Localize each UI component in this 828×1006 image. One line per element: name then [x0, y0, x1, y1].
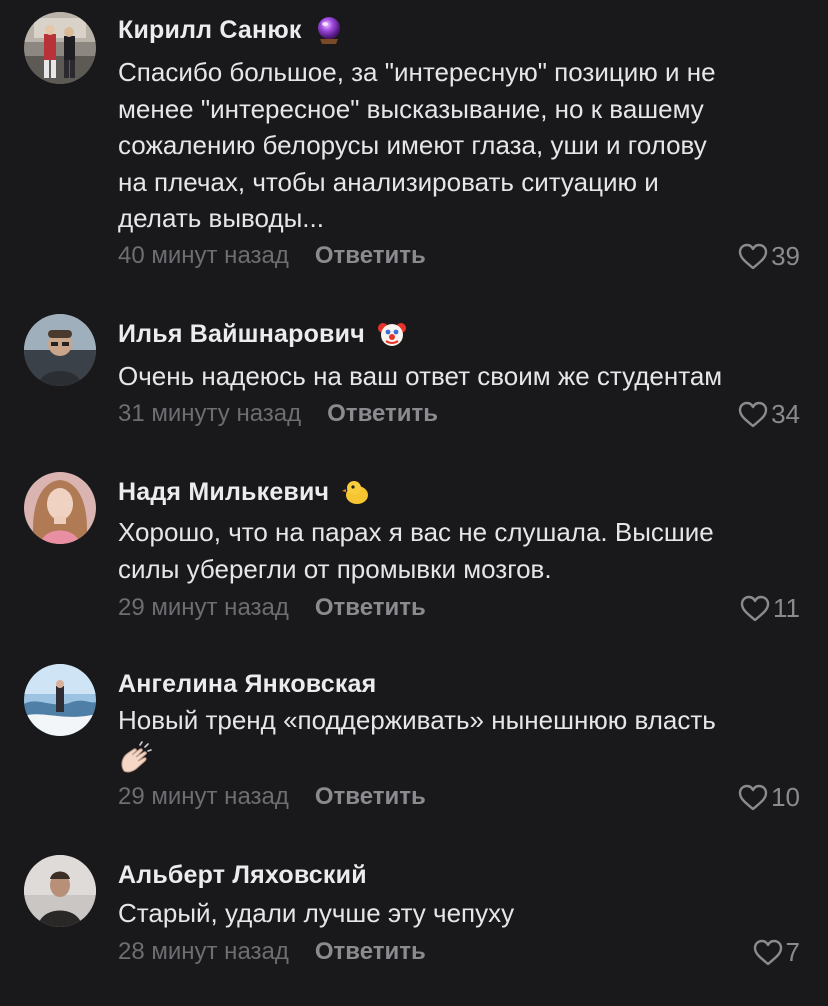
like-button[interactable]: 34	[738, 399, 800, 430]
avatar[interactable]	[24, 664, 96, 736]
like-count: 34	[771, 398, 800, 429]
like-count: 7	[785, 936, 800, 967]
avatar[interactable]	[24, 314, 96, 386]
comment-text-line: Спасибо большое, за "интересную" позицию…	[118, 57, 716, 87]
comment-text-line: Новый тренд «поддерживать» нынешнюю влас…	[118, 705, 716, 735]
clown-face-icon	[377, 319, 407, 349]
comment-timestamp: 29 минут назад	[118, 594, 289, 621]
comment-author-row: Надя Милькевич	[118, 472, 371, 512]
reply-button[interactable]: Ответить	[315, 938, 426, 966]
reply-button[interactable]: Ответить	[327, 400, 438, 428]
comment-meta: 29 минут назад Ответить 11	[118, 591, 800, 625]
like-button[interactable]: 10	[738, 782, 800, 813]
comment-author-row: Ангелина Янковская	[118, 664, 376, 704]
comment-author[interactable]: Альберт Ляховский	[118, 861, 367, 890]
comment-timestamp: 29 минут назад	[118, 783, 289, 810]
reply-button[interactable]: Ответить	[315, 242, 426, 270]
comment-author[interactable]: Илья Вайшнарович	[118, 320, 365, 349]
like-button[interactable]: 39	[738, 241, 800, 272]
comment-meta: 28 минут назад Ответить 7	[118, 935, 800, 969]
comment-meta: 40 минут назад Ответить 39	[118, 239, 800, 273]
comment-text-line: делать выводы...	[118, 203, 324, 233]
heart-icon	[738, 401, 768, 427]
comment-text-line: Старый, удали лучше эту чепуху	[118, 898, 515, 928]
comment-text-line: силы уберегли от промывки мозгов.	[118, 553, 552, 584]
comment-text-line: Хорошо, что на парах я вас не слушала. В…	[118, 517, 714, 547]
comment-text-line: Очень надеюсь на ваш ответ своим же студ…	[118, 361, 723, 391]
avatar[interactable]	[24, 855, 96, 927]
like-count: 11	[773, 592, 800, 623]
like-count: 10	[771, 781, 800, 812]
avatar[interactable]	[24, 472, 96, 544]
clapping-hands-icon	[121, 740, 152, 773]
comment-meta: 31 минуту назад Ответить 34	[118, 397, 800, 431]
comment-text: Старый, удали лучше эту чепуху	[118, 895, 808, 932]
comment-text: Очень надеюсь на ваш ответ своим же студ…	[118, 358, 808, 395]
comment-text-line	[118, 739, 808, 776]
reply-button[interactable]: Ответить	[315, 783, 426, 811]
crystal-ball-icon	[314, 15, 344, 45]
reply-button[interactable]: Ответить	[315, 594, 426, 622]
comment-text-line: сожалению белорусы имеют глаза, уши и го…	[118, 130, 707, 160]
like-count: 39	[771, 240, 800, 271]
heart-icon	[738, 784, 768, 810]
heart-icon	[738, 243, 768, 269]
comment-author-row: Альберт Ляховский	[118, 855, 367, 895]
comment-text: Спасибо большое, за "интересную" позицию…	[118, 54, 808, 237]
comment-author-row: Илья Вайшнарович	[118, 314, 407, 354]
heart-icon	[753, 939, 782, 965]
heart-icon	[740, 595, 770, 621]
comment-author[interactable]: Кирилл Санюк	[118, 16, 302, 45]
comment-meta: 29 минут назад Ответить 10	[118, 780, 800, 814]
comment-timestamp: 28 минут назад	[118, 938, 289, 965]
baby-chick-icon	[341, 477, 371, 507]
comment-author[interactable]: Надя Милькевич	[118, 478, 329, 507]
avatar[interactable]	[24, 12, 96, 84]
like-button[interactable]: 7	[753, 937, 800, 968]
comment-author-row: Кирилл Санюк	[118, 10, 344, 50]
comment-text: Новый тренд «поддерживать» нынешнюю влас…	[118, 702, 808, 775]
comment-author[interactable]: Ангелина Янковская	[118, 670, 376, 699]
like-button[interactable]: 11	[740, 593, 800, 624]
comment-text: Хорошо, что на парах я вас не слушала. В…	[118, 514, 808, 587]
comment-timestamp: 40 минут назад	[118, 242, 289, 269]
comment-text-line: на плечах, чтобы анализировать ситуацию …	[118, 166, 659, 197]
comment-text-line: менее "интересное" высказывание, но к ва…	[118, 93, 704, 124]
comment-timestamp: 31 минуту назад	[118, 400, 302, 427]
